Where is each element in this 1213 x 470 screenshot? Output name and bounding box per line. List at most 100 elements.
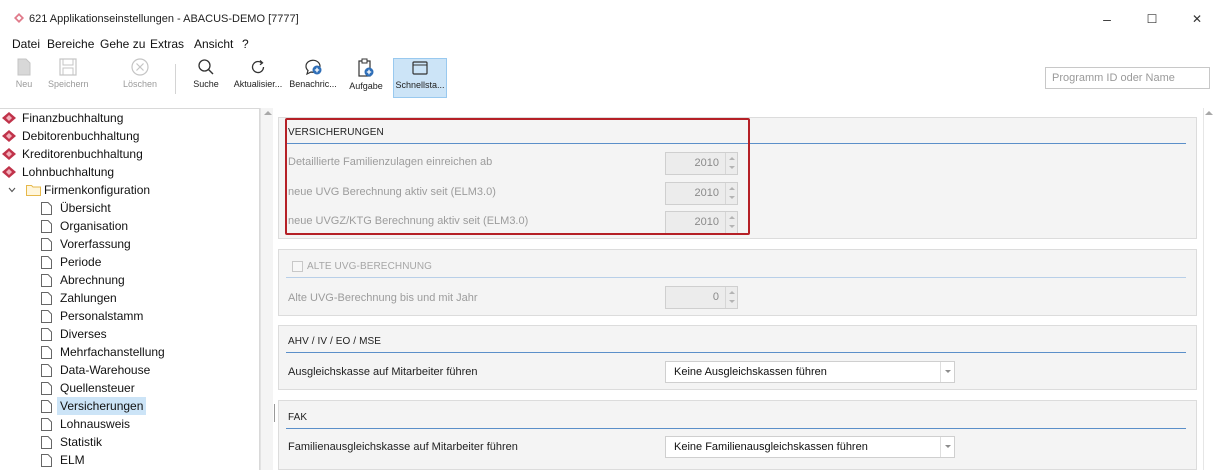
menu-ansicht[interactable]: Ansicht: [194, 37, 233, 51]
abacus-module-icon: [2, 166, 16, 178]
toolbar: Neu Speichern Löschen Suche Aktualisier.…: [0, 54, 1213, 102]
uvg-year-stepper[interactable]: 2010: [665, 182, 738, 205]
stepper-down-icon[interactable]: [729, 196, 735, 199]
stepper-buttons[interactable]: [725, 153, 737, 174]
field-label-alte-uvg: Alte UVG-Berechnung bis und mit Jahr: [288, 292, 478, 304]
window-title: 621 Applikationseinstellungen - ABACUS-D…: [29, 13, 299, 25]
stepper-down-icon[interactable]: [729, 166, 735, 169]
stepper-up-icon[interactable]: [729, 157, 735, 160]
minimize-button[interactable]: –: [1092, 8, 1122, 30]
program-search-input[interactable]: Programm ID oder Name: [1045, 67, 1210, 89]
task-button[interactable]: Aufgabe: [344, 58, 388, 98]
field-label-ausgleichskasse: Ausgleichskasse auf Mitarbeiter führen: [288, 366, 478, 378]
section-title: VERSICHERUNGEN: [288, 127, 384, 138]
chevron-down-icon: [945, 445, 951, 448]
page-icon: [41, 310, 52, 323]
maximize-button[interactable]: ☐: [1137, 8, 1167, 30]
stepper-buttons[interactable]: [725, 212, 737, 233]
familienzulagen-year-stepper[interactable]: 2010: [665, 152, 738, 175]
familienausgleichskasse-select[interactable]: Keine Familienausgleichskassen führen: [665, 436, 955, 458]
notification-icon: [305, 59, 322, 76]
page-icon: [41, 256, 52, 269]
menu-datei[interactable]: Datei: [12, 37, 40, 51]
abacus-module-icon: [2, 148, 16, 160]
dropdown-button[interactable]: [940, 437, 954, 457]
title-bar: 621 Applikationseinstellungen - ABACUS-D…: [0, 0, 1213, 34]
page-icon: [41, 346, 52, 359]
field-label-familienzulagen: Detaillierte Familienzulagen einreichen …: [288, 156, 493, 168]
page-icon: [41, 436, 52, 449]
dropdown-button[interactable]: [940, 362, 954, 382]
refresh-icon: [251, 60, 265, 74]
section-versicherungen: VERSICHERUNGEN Detaillierte Familienzula…: [278, 117, 1197, 239]
section-divider: [286, 277, 1186, 278]
page-icon: [41, 418, 52, 431]
ausgleichskasse-select[interactable]: Keine Ausgleichskassen führen: [665, 361, 955, 383]
page-icon: [41, 382, 52, 395]
close-button[interactable]: ✕: [1182, 8, 1212, 30]
menu-gehe-zu[interactable]: Gehe zu: [100, 37, 145, 51]
page-icon: [41, 274, 52, 287]
quickstart-icon: [412, 61, 428, 75]
scroll-up-icon[interactable]: [1205, 111, 1213, 115]
search-button[interactable]: Suche: [190, 58, 222, 98]
tree-scrollbar[interactable]: [260, 108, 273, 470]
page-icon: [41, 328, 52, 341]
page-icon: [41, 400, 52, 413]
section-fak: FAK Familienausgleichskasse auf Mitarbei…: [278, 400, 1197, 470]
panel-splitter[interactable]: [274, 404, 275, 422]
notification-button[interactable]: Benachric...: [287, 58, 339, 98]
field-label-uvgz-ktg: neue UVGZ/KTG Berechnung aktiv seit (ELM…: [288, 215, 529, 227]
field-label-uvg: neue UVG Berechnung aktiv seit (ELM3.0): [288, 186, 496, 198]
page-icon: [41, 454, 52, 467]
main-scrollbar[interactable]: [1203, 108, 1213, 470]
navigation-tree: Finanzbuchhaltung Debitorenbuchhaltung K…: [0, 108, 260, 470]
scroll-up-icon[interactable]: [264, 111, 272, 115]
menu-bereiche[interactable]: Bereiche: [47, 37, 94, 51]
chevron-down-icon[interactable]: [8, 186, 16, 194]
section-divider: [286, 428, 1186, 429]
stepper-up-icon[interactable]: [729, 187, 735, 190]
abacus-app-icon: [14, 13, 24, 23]
uvgz-ktg-year-stepper[interactable]: 2010: [665, 211, 738, 234]
stepper-down-icon[interactable]: [729, 225, 735, 228]
section-title: AHV / IV / EO / MSE: [288, 336, 382, 347]
save-button[interactable]: Speichern: [48, 58, 89, 98]
section-title: FAK: [288, 412, 308, 423]
section-divider: [286, 352, 1186, 353]
page-icon: [41, 238, 52, 251]
new-document-icon: [17, 58, 31, 76]
stepper-up-icon[interactable]: [729, 216, 735, 219]
refresh-button[interactable]: Aktualisier...: [232, 58, 284, 98]
abacus-module-icon: [2, 130, 16, 142]
folder-icon: [26, 185, 41, 196]
toolbar-separator: [175, 64, 176, 94]
stepper-up-icon[interactable]: [729, 291, 735, 294]
quickstart-button[interactable]: Schnellsta...: [393, 58, 447, 98]
menu-extras[interactable]: Extras: [150, 37, 184, 51]
stepper-buttons[interactable]: [725, 183, 737, 204]
section-title: ALTE UVG-BERECHNUNG: [307, 261, 433, 272]
abacus-module-icon: [2, 112, 16, 124]
save-icon: [59, 58, 77, 76]
page-icon: [41, 202, 52, 215]
stepper-buttons[interactable]: [725, 287, 737, 308]
delete-button[interactable]: Löschen: [120, 58, 160, 98]
page-icon: [41, 220, 52, 233]
stepper-down-icon[interactable]: [729, 300, 735, 303]
task-icon: [358, 58, 374, 77]
section-ahv-iv-eo-mse: AHV / IV / EO / MSE Ausgleichskasse auf …: [278, 325, 1197, 390]
page-icon: [41, 364, 52, 377]
new-button[interactable]: Neu: [14, 58, 34, 98]
menu-bar: Datei Bereiche Gehe zu Extras Ansicht ?: [0, 34, 1213, 54]
section-alte-uvg-berechnung: ALTE UVG-BERECHNUNG Alte UVG-Berechnung …: [278, 249, 1197, 316]
menu-help[interactable]: ?: [242, 37, 249, 51]
field-label-familienausgleichskasse: Familienausgleichskasse auf Mitarbeiter …: [288, 441, 518, 453]
delete-icon: [131, 58, 149, 76]
alte-uvg-year-stepper[interactable]: 0: [665, 286, 738, 309]
section-divider: [286, 143, 1186, 144]
alte-uvg-checkbox[interactable]: [292, 261, 303, 272]
page-icon: [41, 292, 52, 305]
search-icon: [198, 59, 214, 75]
chevron-down-icon: [945, 370, 951, 373]
